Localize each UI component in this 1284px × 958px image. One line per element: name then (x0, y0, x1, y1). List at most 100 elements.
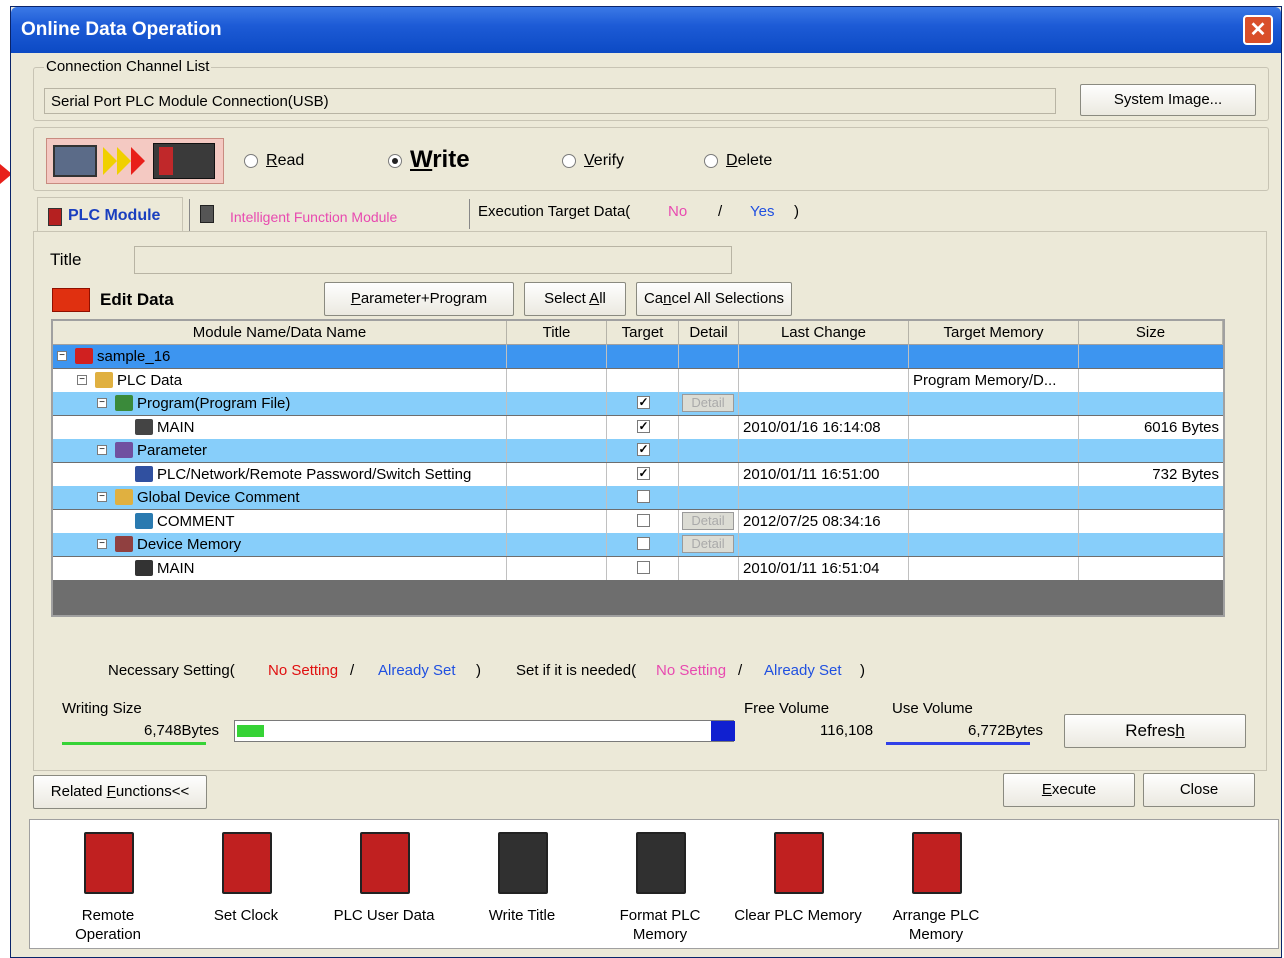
last-change-cell (739, 392, 909, 415)
related-functions-button[interactable]: Related Functions<< (33, 775, 207, 809)
verify-radio[interactable] (562, 154, 576, 168)
tree-node-icon (115, 442, 133, 458)
read-radio[interactable] (244, 154, 258, 168)
size-cell: 6016 Bytes (1143, 418, 1219, 436)
title-bar[interactable]: Online Data Operation ✕ (11, 7, 1281, 53)
col-title[interactable]: Title (507, 321, 607, 345)
detail-button[interactable]: Detail (682, 394, 734, 412)
function-item[interactable]: Arrange PLC Memory (866, 820, 1006, 948)
size-cell (1079, 533, 1223, 556)
connection-channel-groupbox: Connection Channel List Serial Port PLC … (33, 58, 1269, 121)
refresh-button[interactable]: Refresh (1064, 714, 1246, 748)
necessary-no-setting: No Setting (268, 662, 339, 679)
edit-data-icon (52, 288, 90, 312)
target-checkbox[interactable]: ✓ (637, 419, 650, 433)
tab-plc-module[interactable]: PLC Module (37, 197, 183, 235)
tab-intelligent-function-module[interactable]: Intelligent Function Module (189, 199, 469, 233)
target-checkbox[interactable] (637, 537, 650, 550)
col-target[interactable]: Target (607, 321, 679, 345)
detail-button[interactable]: Detail (682, 535, 734, 553)
function-item[interactable]: Remote Operation (38, 820, 178, 948)
target-checkbox[interactable] (637, 490, 650, 503)
table-row[interactable]: COMMENT Detail 2012/07/25 08:34:16 (53, 509, 1223, 533)
row-name: MAIN (157, 418, 195, 436)
tree-node-icon (115, 536, 133, 552)
last-change-cell (739, 486, 909, 509)
function-item[interactable]: Format PLC Memory (590, 820, 730, 948)
tree-node-icon (75, 348, 93, 364)
operation-mode-groupbox: Read Write Verify Delete (33, 127, 1269, 191)
col-detail[interactable]: Detail (679, 321, 739, 345)
set-clock-icon (222, 832, 272, 894)
target-checkbox[interactable]: ✓ (637, 396, 650, 409)
function-label: Clear PLC Memory (734, 907, 862, 924)
free-volume-value: 116,108 (820, 722, 874, 739)
tree-node-icon (135, 559, 153, 576)
use-volume-value: 6,772Bytes (968, 722, 1044, 739)
table-row[interactable]: − Device Memory Detail (53, 533, 1223, 556)
execute-button[interactable]: Execute (1003, 773, 1135, 807)
function-item[interactable]: Clear PLC Memory (728, 820, 868, 948)
title-input[interactable] (134, 246, 732, 274)
grid-header: Module Name/Data Name Title Target Detai… (53, 321, 1223, 345)
size-cell (1079, 439, 1223, 462)
table-row[interactable]: − PLC Data Program Memory/D... (53, 368, 1223, 392)
if-needed-already-set: Already Set (764, 662, 842, 679)
format-plc-memory-icon (636, 832, 686, 894)
function-item[interactable]: Set Clock (176, 820, 316, 948)
plc-user-data-icon (360, 832, 410, 894)
tree-expander-icon[interactable]: − (77, 374, 87, 385)
size-cell (1079, 486, 1223, 509)
function-item[interactable]: PLC User Data (314, 820, 454, 948)
system-image-button[interactable]: System Image... (1080, 84, 1256, 116)
function-label: Write Title (488, 907, 556, 924)
detail-button[interactable]: Detail (682, 511, 734, 530)
col-size[interactable]: Size (1079, 321, 1223, 345)
row-name: Device Memory (137, 536, 242, 553)
table-row[interactable]: PLC/Network/Remote Password/Switch Setti… (53, 462, 1223, 486)
target-memory-cell (909, 345, 1079, 368)
table-row[interactable]: − Parameter ✓ (53, 439, 1223, 462)
if-needed-no-setting: No Setting (656, 662, 727, 679)
row-name: PLC/Network/Remote Password/Switch Setti… (157, 465, 472, 483)
table-row[interactable]: − Global Device Comment (53, 486, 1223, 509)
close-button[interactable]: Close (1143, 773, 1255, 807)
table-row[interactable]: MAIN 2010/01/11 16:51:04 (53, 556, 1223, 580)
online-data-operation-window: Online Data Operation ✕ Connection Chann… (10, 6, 1282, 958)
tree-expander-icon[interactable]: − (57, 351, 67, 361)
writing-size-underline (62, 742, 206, 745)
target-memory-cell (909, 533, 1079, 556)
target-checkbox[interactable] (637, 560, 650, 574)
target-memory-cell (909, 556, 1079, 580)
col-last-change[interactable]: Last Change (739, 321, 909, 345)
tree-expander-icon[interactable]: − (97, 492, 107, 502)
function-label: Set Clock (213, 907, 279, 924)
parameter-program-button[interactable]: Parameter+Program (324, 282, 514, 316)
intelligent-module-icon (200, 205, 214, 223)
tree-node-icon (135, 465, 153, 482)
table-row[interactable]: MAIN ✓ 2010/01/16 16:14:08 6016 Bytes (53, 415, 1223, 439)
select-all-button[interactable]: Select All (524, 282, 626, 316)
table-row[interactable]: − Program(Program File) ✓ Detail (53, 392, 1223, 415)
if-needed-label: Set if it is needed( (516, 662, 637, 679)
target-checkbox[interactable]: ✓ (637, 466, 650, 480)
tree-node-icon (115, 395, 133, 411)
target-checkbox[interactable] (637, 513, 650, 527)
tree-expander-icon[interactable]: − (97, 445, 107, 455)
cancel-all-selections-button[interactable]: Cancel All Selections (636, 282, 792, 316)
function-item[interactable]: Write Title (452, 820, 592, 948)
tree-expander-icon[interactable]: − (97, 398, 107, 408)
tree-expander-icon[interactable]: − (97, 539, 107, 549)
delete-radio[interactable] (704, 154, 718, 168)
window-title: Online Data Operation (21, 19, 222, 40)
write-title-icon (498, 832, 548, 894)
memory-capacity-bar (234, 720, 735, 742)
table-row[interactable]: − sample_16 (53, 345, 1223, 368)
pc-to-plc-write-icon (46, 138, 224, 184)
verify-label: Verify (584, 152, 625, 169)
col-module-name[interactable]: Module Name/Data Name (53, 321, 507, 345)
col-target-memory[interactable]: Target Memory (909, 321, 1079, 345)
target-checkbox[interactable]: ✓ (637, 443, 650, 456)
window-close-button[interactable]: ✕ (1243, 15, 1273, 45)
write-radio[interactable] (388, 154, 402, 168)
